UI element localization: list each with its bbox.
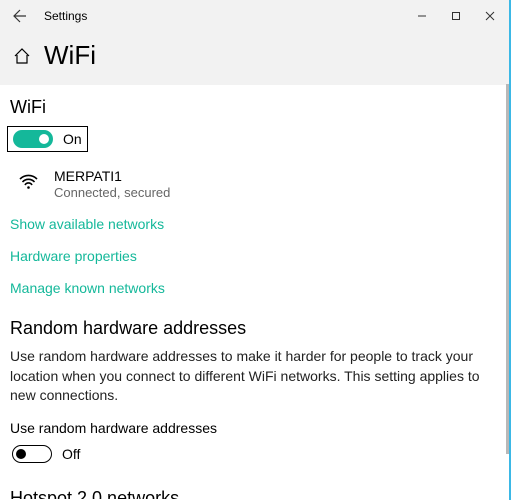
- random-hw-sublabel: Use random hardware addresses: [10, 420, 501, 436]
- manage-known-networks-link[interactable]: Manage known networks: [10, 280, 501, 296]
- close-button[interactable]: [473, 0, 507, 32]
- wifi-toggle-row[interactable]: On: [7, 126, 88, 152]
- minimize-button[interactable]: [405, 0, 439, 32]
- random-hw-toggle-row[interactable]: Off: [7, 442, 85, 466]
- content-area: WiFi On MERPATI1 Connected, secured Show…: [0, 85, 511, 499]
- hardware-properties-link[interactable]: Hardware properties: [10, 248, 501, 264]
- maximize-icon: [451, 11, 461, 21]
- back-button[interactable]: [4, 0, 36, 32]
- random-hw-description: Use random hardware addresses to make it…: [10, 347, 501, 406]
- page-title: WiFi: [44, 40, 96, 71]
- random-hw-toggle[interactable]: [12, 445, 52, 463]
- network-ssid: MERPATI1: [54, 168, 170, 184]
- window-title: Settings: [44, 9, 87, 23]
- titlebar: Settings: [0, 0, 511, 32]
- wifi-toggle-label: On: [63, 131, 82, 147]
- home-button[interactable]: [12, 46, 32, 66]
- random-hw-toggle-label: Off: [62, 446, 80, 462]
- back-arrow-icon: [12, 8, 28, 24]
- random-hw-section-title: Random hardware addresses: [10, 318, 501, 339]
- connected-network[interactable]: MERPATI1 Connected, secured: [10, 168, 501, 200]
- network-status: Connected, secured: [54, 185, 170, 200]
- wifi-toggle[interactable]: [13, 130, 53, 148]
- home-icon: [13, 47, 31, 65]
- hotspot-section-title: Hotspot 2.0 networks: [10, 488, 501, 499]
- wifi-icon: [16, 168, 40, 190]
- minimize-icon: [417, 11, 427, 21]
- close-icon: [485, 11, 495, 21]
- wifi-section-title: WiFi: [10, 97, 501, 118]
- maximize-button[interactable]: [439, 0, 473, 32]
- show-networks-link[interactable]: Show available networks: [10, 216, 501, 232]
- page-header: WiFi: [0, 32, 511, 85]
